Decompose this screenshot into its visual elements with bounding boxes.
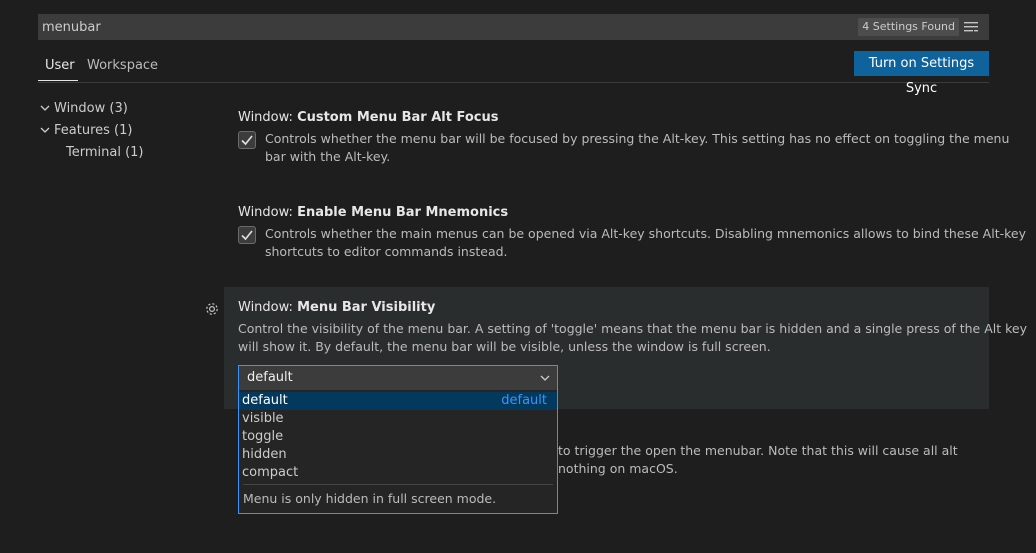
settings-search-input[interactable] — [42, 14, 742, 40]
check-icon — [241, 135, 253, 146]
description-line: Controls whether the menu bar will be fo… — [265, 131, 1010, 146]
settings-found-count-badge: 4 Settings Found — [858, 18, 959, 36]
gear-icon[interactable] — [204, 301, 220, 317]
setting-name: Menu Bar Visibility — [297, 300, 436, 315]
option-description: Menu is only hidden in full screen mode. — [243, 491, 497, 506]
setting-description-partial: to trigger the open the menubar. Note th… — [558, 442, 958, 478]
option-label: visible — [242, 411, 284, 426]
description-line: Controls whether the main menus can be o… — [265, 226, 1026, 241]
custom-menu-bar-alt-focus-checkbox[interactable] — [238, 131, 256, 149]
filter-icon[interactable] — [963, 20, 979, 34]
tab-workspace[interactable]: Workspace — [87, 58, 158, 80]
toc-item-terminal[interactable]: Terminal (1) — [66, 143, 144, 163]
dropdown-separator — [243, 484, 553, 485]
description-line: will show it. By default, the menu bar w… — [238, 339, 771, 354]
check-icon — [241, 230, 253, 241]
tabs-divider — [38, 82, 989, 83]
setting-description: Controls whether the menu bar will be fo… — [265, 130, 1009, 166]
setting-category: Window: — [238, 205, 298, 220]
option-label: default — [242, 393, 288, 408]
dropdown-option-compact[interactable]: compact — [239, 464, 557, 482]
setting-title: Window: Menu Bar Visibility — [238, 300, 435, 315]
dropdown-option-toggle[interactable]: toggle — [239, 428, 557, 446]
toc-item-window[interactable]: Window (3) — [40, 99, 128, 119]
chevron-down-icon — [40, 121, 54, 141]
setting-description: Controls whether the main menus can be o… — [265, 225, 1026, 261]
toc-item-label: Terminal (1) — [66, 145, 144, 160]
option-label: hidden — [242, 447, 287, 462]
setting-description: Control the visibility of the menu bar. … — [238, 320, 1027, 356]
select-value: default — [247, 370, 293, 385]
active-tab-underline — [38, 80, 78, 81]
setting-title: Window: Custom Menu Bar Alt Focus — [238, 110, 498, 125]
description-line: to trigger the open the menubar. Note th… — [558, 443, 958, 458]
description-line: Control the visibility of the menu bar. … — [238, 321, 1027, 336]
default-value-tag: default — [501, 393, 547, 408]
dropdown-option-visible[interactable]: visible — [239, 410, 557, 428]
option-label: compact — [242, 465, 299, 480]
setting-title: Window: Enable Menu Bar Mnemonics — [238, 205, 508, 220]
dropdown-option-hidden[interactable]: hidden — [239, 446, 557, 464]
description-line: nothing on macOS. — [558, 461, 678, 476]
chevron-down-icon — [540, 375, 550, 381]
tab-user[interactable]: User — [45, 58, 75, 80]
dropdown-option-default[interactable]: default default — [239, 392, 557, 410]
setting-name: Custom Menu Bar Alt Focus — [297, 110, 499, 125]
menu-bar-visibility-select[interactable]: default — [238, 365, 558, 391]
description-line: bar with the Alt-key. — [265, 149, 391, 164]
toc-item-label: Features (1) — [54, 123, 133, 138]
chevron-down-icon — [40, 99, 54, 119]
toc-item-label: Window (3) — [54, 101, 128, 116]
description-line: shortcuts to editor commands instead. — [265, 244, 508, 259]
enable-menu-bar-mnemonics-checkbox[interactable] — [238, 226, 256, 244]
setting-name: Enable Menu Bar Mnemonics — [297, 205, 509, 220]
setting-category: Window: — [238, 300, 298, 315]
turn-on-settings-sync-button[interactable]: Turn on Settings Sync — [854, 51, 989, 96]
setting-category: Window: — [238, 110, 298, 125]
settings-search-bar: 4 Settings Found — [38, 14, 989, 40]
option-label: toggle — [242, 429, 284, 444]
select-dropdown-list: default default visible toggle hidden co… — [238, 390, 558, 514]
toc-item-features[interactable]: Features (1) — [40, 121, 132, 141]
